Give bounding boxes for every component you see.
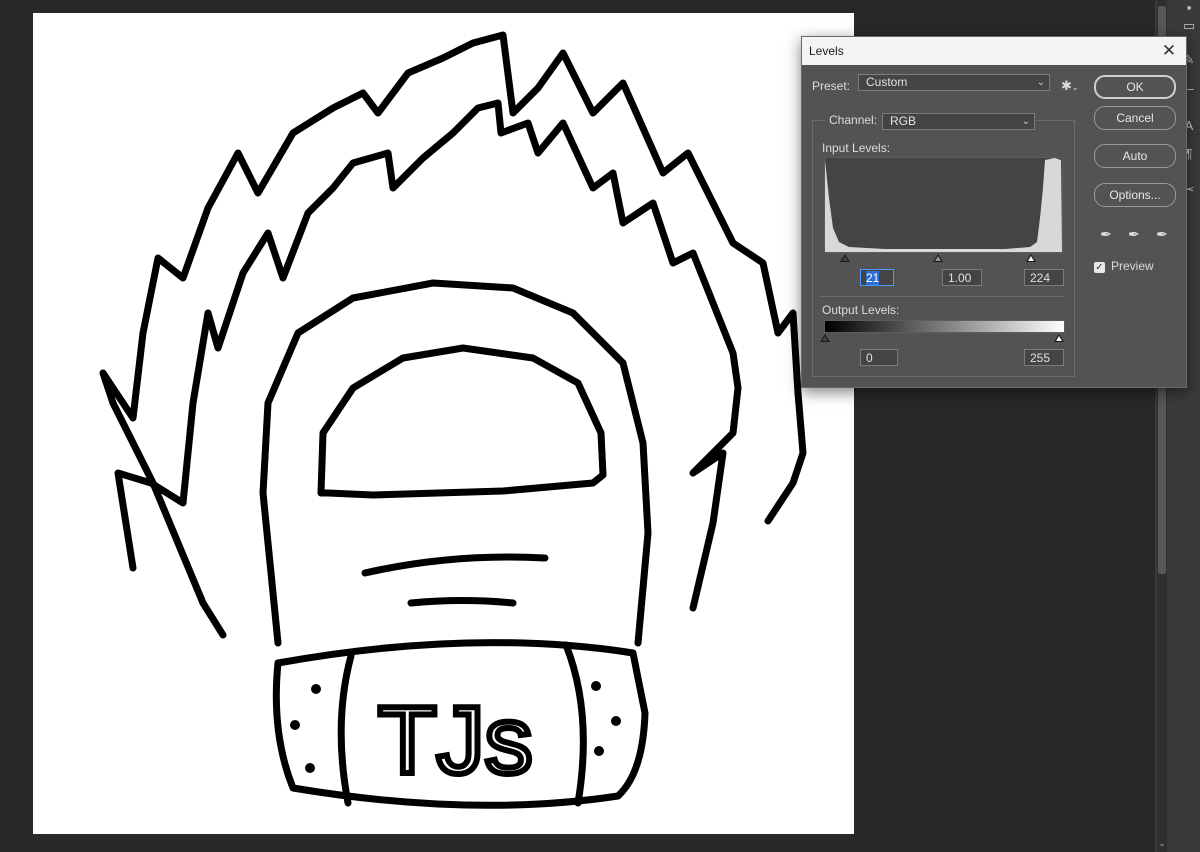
input-levels-label: Input Levels: <box>822 141 891 155</box>
options-button[interactable]: Options... <box>1094 183 1176 207</box>
close-icon[interactable]: ✕ <box>1158 40 1180 62</box>
preview-label: Preview <box>1111 259 1154 273</box>
channel-value: RGB <box>890 114 917 128</box>
artwork-text: TJs <box>378 687 533 794</box>
panel-icon[interactable]: ▪ <box>1181 0 1197 16</box>
input-black-value: 21 <box>866 271 880 285</box>
dialog-title: Levels <box>809 44 844 58</box>
gear-icon[interactable]: ✱⌄ <box>1061 78 1079 94</box>
preset-label: Preset: <box>812 79 851 93</box>
gray-eyedropper-icon[interactable]: ✒ <box>1125 225 1143 243</box>
white-eyedropper-icon[interactable]: ✒ <box>1153 225 1171 243</box>
preset-select[interactable]: Custom ⌄ <box>858 74 1050 91</box>
chevron-down-icon: ⌄ <box>1036 77 1045 88</box>
histogram-graph <box>825 158 1062 252</box>
channel-label: Channel: <box>825 113 882 127</box>
cancel-button[interactable]: Cancel <box>1094 106 1176 130</box>
dialog-titlebar[interactable]: Levels ✕ <box>802 37 1186 65</box>
preview-checkbox[interactable]: ✓ <box>1094 262 1105 273</box>
histogram <box>824 157 1063 253</box>
input-black-field[interactable]: 21 <box>860 269 894 286</box>
section-divider <box>820 296 1065 297</box>
auto-button[interactable]: Auto <box>1094 144 1176 168</box>
output-black-handle[interactable] <box>820 334 830 342</box>
comment-icon[interactable]: ▭ <box>1181 18 1197 34</box>
input-gamma-field[interactable]: 1.00 <box>942 269 982 286</box>
input-black-handle[interactable] <box>840 254 850 262</box>
input-white-field[interactable]: 224 <box>1024 269 1064 286</box>
input-gamma-handle[interactable] <box>933 254 943 262</box>
input-levels-slider[interactable] <box>824 252 1061 262</box>
preset-value: Custom <box>866 75 908 89</box>
output-white-handle[interactable] <box>1054 334 1064 342</box>
levels-dialog: Levels ✕ Preset: Custom ⌄ ✱⌄ OK Cancel A… <box>801 36 1187 388</box>
black-eyedropper-icon[interactable]: ✒ <box>1097 225 1115 243</box>
artwork-drawing: TJs <box>99 31 807 809</box>
document-canvas[interactable]: TJs <box>33 13 854 834</box>
scroll-down-icon[interactable]: ⌄ <box>1157 838 1167 850</box>
output-black-field[interactable]: 0 <box>860 349 898 366</box>
channel-select[interactable]: RGB ⌄ <box>882 113 1035 130</box>
output-white-field[interactable]: 255 <box>1024 349 1064 366</box>
input-white-handle[interactable] <box>1026 254 1036 262</box>
output-levels-label: Output Levels: <box>822 303 900 317</box>
chevron-down-icon: ⌄ <box>1021 116 1030 127</box>
ok-button[interactable]: OK <box>1094 75 1176 99</box>
output-gradient <box>824 320 1065 333</box>
